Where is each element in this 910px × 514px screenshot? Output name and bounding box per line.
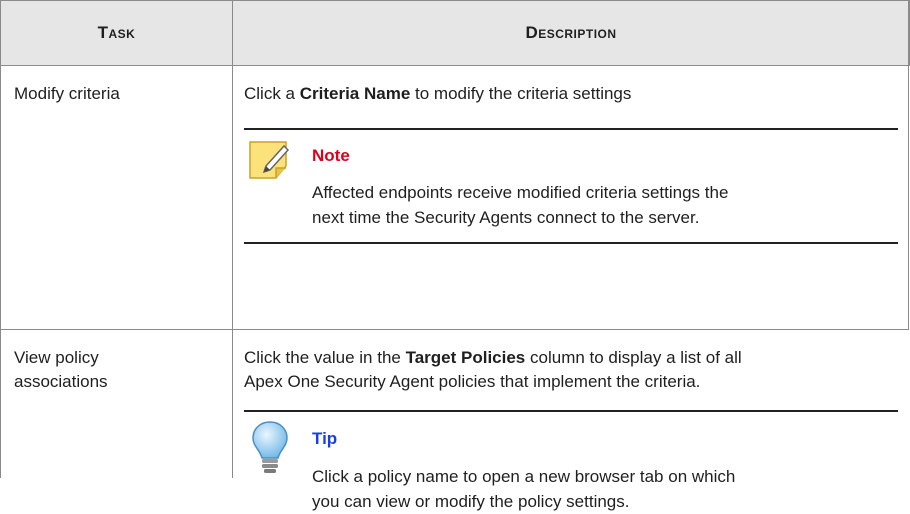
- table-right-border: [908, 0, 909, 330]
- tip-body: Click a policy name to open a new browse…: [312, 467, 736, 511]
- note-bottom-rule: [244, 242, 898, 244]
- tip-title: Tip: [312, 429, 338, 448]
- task-description-table: Task Description Modify criteria Click a…: [0, 0, 910, 511]
- row1-description: Click a Criteria Name to modify the crit…: [244, 84, 632, 103]
- header-description: Description: [525, 23, 617, 42]
- criteria-name-bold: Criteria Name: [299, 84, 411, 103]
- lightbulb-tip-icon: [252, 421, 288, 473]
- note-title: Note: [312, 146, 350, 165]
- tip-top-rule: [244, 410, 898, 412]
- header-task: Task: [97, 23, 136, 42]
- row1-task: Modify criteria: [14, 84, 120, 103]
- row2-description: Click the value in the Target Policies c…: [244, 348, 742, 391]
- table-left-border: [0, 0, 1, 478]
- row2-task: View policy associations: [14, 348, 108, 391]
- target-policies-bold: Target Policies: [405, 348, 526, 367]
- row-divider: [0, 329, 909, 330]
- note-body: Affected endpoints receive modified crit…: [312, 183, 729, 227]
- note-top-rule: [244, 128, 898, 130]
- note-icon: [249, 141, 290, 179]
- table-header: Task Description: [0, 0, 910, 66]
- column-divider: [232, 0, 233, 478]
